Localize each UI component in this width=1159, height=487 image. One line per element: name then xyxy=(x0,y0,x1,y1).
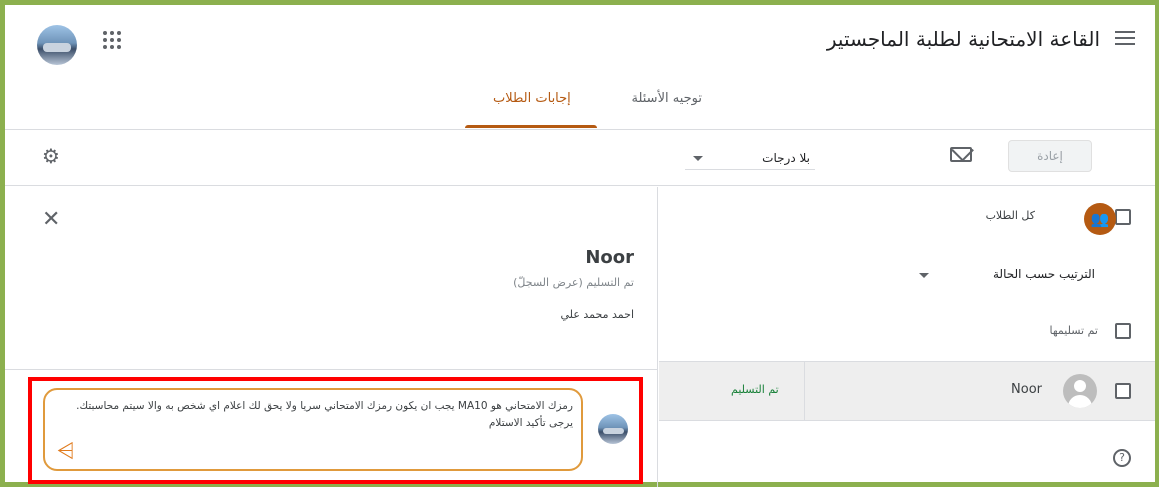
private-comment-field[interactable]: رمزك الامتحاني هو MA10 يجب ان يكون رمزك … xyxy=(43,388,583,471)
section-label: تم تسليمها xyxy=(1049,324,1099,337)
submission-status-link[interactable]: تم التسليم (عرض السجلّ) xyxy=(513,276,634,289)
settings-icon[interactable]: ⚙ xyxy=(42,146,60,166)
sort-select[interactable]: الترتيب حسب الحالة xyxy=(919,267,1095,291)
return-button[interactable]: إعادة xyxy=(1008,140,1092,172)
menu-icon[interactable] xyxy=(1115,31,1135,45)
table-row[interactable]: تم التسليم Noor xyxy=(659,361,1155,421)
account-avatar[interactable] xyxy=(37,25,77,65)
tab-bar: توجيه الأسئلة إجابات الطلاب xyxy=(465,85,745,130)
grade-select[interactable]: بلا درجات xyxy=(685,148,815,170)
all-students-label: كل الطلاب xyxy=(985,209,1035,222)
submitter-name: احمد محمد علي xyxy=(560,308,634,321)
select-all-checkbox[interactable] xyxy=(1115,209,1131,225)
row-status: تم التسليم xyxy=(731,383,779,396)
top-header: القاعة الامتحانية لطلبة الماجستير توجيه … xyxy=(5,5,1155,130)
chevron-down-icon xyxy=(919,273,929,278)
student-avatar-icon xyxy=(1063,374,1097,408)
commenter-avatar xyxy=(598,414,628,444)
send-icon[interactable]: ⩤ xyxy=(57,441,75,463)
row-checkbox[interactable] xyxy=(1115,383,1131,399)
help-icon[interactable]: ? xyxy=(1113,449,1131,467)
divider xyxy=(804,362,805,420)
tab-questions[interactable]: توجيه الأسئلة xyxy=(631,91,702,106)
sort-select-value: الترتيب حسب الحالة xyxy=(993,267,1095,281)
apps-icon[interactable] xyxy=(103,31,121,49)
mail-icon[interactable] xyxy=(950,147,972,162)
student-list-panel: 👥 كل الطلاب الترتيب حسب الحالة تم تسليمه… xyxy=(659,187,1155,487)
comment-text[interactable]: رمزك الامتحاني هو MA10 يجب ان يكون رمزك … xyxy=(63,398,573,432)
chevron-down-icon xyxy=(693,156,703,161)
student-name: Noor xyxy=(585,247,634,268)
grading-toolbar: ⚙ بلا درجات إعادة xyxy=(5,130,1155,186)
close-icon[interactable]: ✕ xyxy=(42,209,60,231)
active-tab-indicator xyxy=(465,125,597,128)
section-checkbox[interactable] xyxy=(1115,323,1131,339)
group-icon: 👥 xyxy=(1084,203,1116,235)
row-student-name: Noor xyxy=(1011,382,1042,397)
private-comment-highlight: رمزك الامتحاني هو MA10 يجب ان يكون رمزك … xyxy=(28,377,643,484)
tab-student-answers[interactable]: إجابات الطلاب xyxy=(493,91,571,106)
class-title[interactable]: القاعة الامتحانية لطلبة الماجستير xyxy=(827,27,1100,51)
grade-select-value: بلا درجات xyxy=(762,151,810,165)
divider xyxy=(5,369,658,370)
